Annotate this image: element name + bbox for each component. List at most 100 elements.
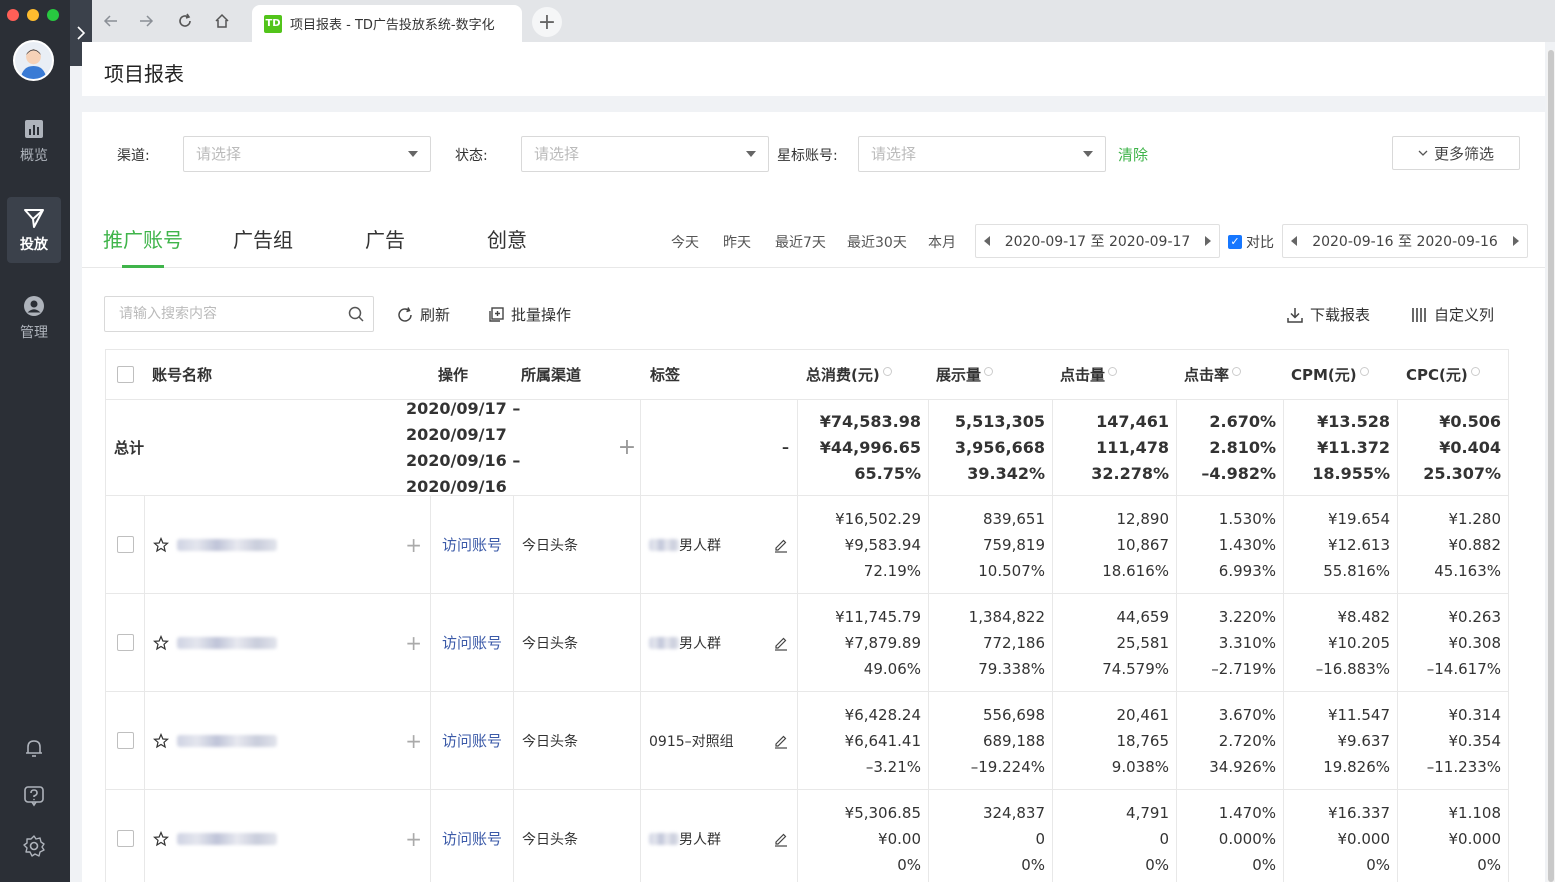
info-icon[interactable] [882, 367, 892, 376]
row-checkbox[interactable] [117, 496, 134, 593]
add-compare-icon[interactable]: + [614, 400, 640, 495]
visit-account-link[interactable]: 访问账号 [442, 632, 502, 653]
visit-account-link[interactable]: 访问账号 [442, 730, 502, 751]
search-icon[interactable] [347, 305, 365, 323]
info-icon[interactable] [984, 367, 994, 376]
tag-label: 男人群 [679, 831, 721, 848]
sidebar-item-overview[interactable]: 概览 [7, 108, 61, 174]
table-row[interactable]: + 访问账号 今日头条 男人群 ¥16,502.29 ¥9,583.94 72.19… [106, 496, 1508, 594]
ctr-cell: 1.530% 1.430% 6.993% [1176, 496, 1283, 593]
visit-account-cell: 访问账号 [430, 594, 513, 691]
row-checkbox[interactable] [117, 692, 134, 789]
range-today[interactable]: 今天 [671, 232, 699, 252]
home-icon[interactable] [213, 12, 231, 30]
compare-checkbox[interactable]: ✓ [1228, 235, 1242, 249]
select-all-checkbox[interactable] [117, 350, 134, 399]
tab-ads[interactable]: 广告 [365, 224, 405, 253]
edit-icon[interactable] [773, 831, 789, 847]
prev-date-icon[interactable] [984, 236, 990, 246]
date-range-value: 2020-09-17 至 2020-09-17 [1004, 234, 1191, 250]
tab-ad-groups[interactable]: 广告组 [233, 224, 293, 253]
value: 45.163% [1434, 561, 1501, 580]
page-scrollbar[interactable] [1547, 50, 1555, 882]
row-checkbox[interactable] [117, 594, 134, 691]
scrollbar-thumb[interactable] [1548, 50, 1554, 882]
sidebar-item-manage[interactable]: 管理 [7, 285, 61, 351]
range-last-30-days[interactable]: 最近30天 [847, 232, 907, 252]
value: ¥0.314 [1448, 705, 1502, 724]
col-header-impressions[interactable]: 展示量 [936, 350, 994, 399]
batch-operation-button[interactable]: 批量操作 [487, 304, 571, 325]
close-window-button[interactable] [7, 9, 19, 21]
star-account-select[interactable]: 请选择 [858, 136, 1106, 172]
status-select[interactable]: 请选择 [521, 136, 769, 172]
reload-icon[interactable] [176, 12, 194, 30]
info-icon[interactable] [1359, 367, 1369, 376]
edit-icon[interactable] [773, 635, 789, 651]
sidebar-item-delivery[interactable]: 投放 [7, 197, 61, 263]
search-input[interactable]: 请输入搜索内容 [104, 296, 374, 332]
plus-icon[interactable]: + [405, 631, 422, 655]
download-report-button[interactable]: 下载报表 [1286, 304, 1370, 325]
minimize-window-button[interactable] [27, 9, 39, 21]
chevron-down-icon [1418, 150, 1428, 156]
visit-account-link[interactable]: 访问账号 [442, 534, 502, 555]
help-icon[interactable] [22, 784, 46, 808]
prev-date-icon[interactable] [1291, 236, 1297, 246]
row-checkbox[interactable] [117, 790, 134, 882]
table-row[interactable]: + 访问账号 今日头条 0915–对照组 ¥6,428.24 ¥6,641.41 –… [106, 692, 1508, 790]
star-icon[interactable] [153, 536, 169, 553]
star-icon[interactable] [153, 830, 169, 847]
maximize-window-button[interactable] [47, 9, 59, 21]
col-header-ctr[interactable]: 点击率 [1184, 350, 1242, 399]
compare-date-range-picker[interactable]: 2020-09-16 至 2020-09-16 [1282, 224, 1528, 258]
bell-icon[interactable] [22, 736, 46, 760]
tab-creatives[interactable]: 创意 [487, 224, 527, 253]
col-header-cost[interactable]: 总消费(元) [806, 350, 892, 399]
star-icon[interactable] [153, 634, 169, 651]
visit-account-link[interactable]: 访问账号 [442, 828, 502, 849]
table-row[interactable]: + 访问账号 今日头条 男人群 ¥5,306.85 ¥0.00 0% 324,837… [106, 790, 1508, 882]
col-header-cpc[interactable]: CPC(元) [1406, 350, 1480, 399]
new-tab-button[interactable]: + [532, 7, 562, 37]
next-date-icon[interactable] [1205, 236, 1211, 246]
edit-icon[interactable] [773, 733, 789, 749]
compare-toggle[interactable]: ✓ 对比 [1228, 232, 1274, 252]
value: 19.826% [1323, 757, 1390, 776]
info-icon[interactable] [1470, 367, 1480, 376]
avatar[interactable] [13, 40, 54, 81]
next-date-icon[interactable] [1513, 236, 1519, 246]
star-icon[interactable] [153, 732, 169, 749]
value: 4,791 [1126, 803, 1169, 822]
col-header-clicks[interactable]: 点击量 [1060, 350, 1118, 399]
window-controls [7, 9, 59, 21]
col-header-impressions-label: 展示量 [936, 366, 982, 384]
range-yesterday[interactable]: 昨天 [723, 232, 751, 252]
table-row[interactable]: + 访问账号 今日头条 男人群 ¥11,745.79 ¥7,879.89 49.06… [106, 594, 1508, 692]
tag-label: 男人群 [679, 635, 721, 652]
page-title: 项目报表 [104, 62, 184, 86]
date-range-picker[interactable]: 2020-09-17 至 2020-09-17 [975, 224, 1220, 258]
edit-icon[interactable] [773, 537, 789, 553]
value: ¥13.528 [1317, 411, 1390, 431]
info-icon[interactable] [1108, 367, 1118, 376]
channel-select[interactable]: 请选择 [183, 136, 431, 172]
refresh-button[interactable]: 刷新 [396, 304, 450, 325]
gear-icon[interactable] [22, 834, 46, 858]
info-icon[interactable] [1232, 367, 1242, 376]
custom-columns-button[interactable]: 自定义列 [1410, 304, 1494, 325]
plus-icon[interactable]: + [405, 533, 422, 557]
col-header-cpm[interactable]: CPM(元) [1291, 350, 1369, 399]
plus-icon[interactable]: + [405, 729, 422, 753]
clear-filters-link[interactable]: 清除 [1118, 144, 1148, 165]
forward-icon[interactable] [137, 12, 155, 30]
browser-tab[interactable]: TD 项目报表 - TD广告投放系统-数字化 [252, 5, 522, 42]
col-header-name[interactable]: 账号名称 [152, 350, 212, 399]
range-last-7-days[interactable]: 最近7天 [775, 232, 826, 252]
back-icon[interactable] [102, 12, 120, 30]
refresh-icon [398, 306, 412, 322]
more-filters-button[interactable]: 更多筛选 [1392, 136, 1520, 170]
plus-icon[interactable]: + [405, 827, 422, 851]
range-this-month[interactable]: 本月 [928, 232, 956, 252]
tab-accounts[interactable]: 推广账号 [103, 224, 183, 253]
